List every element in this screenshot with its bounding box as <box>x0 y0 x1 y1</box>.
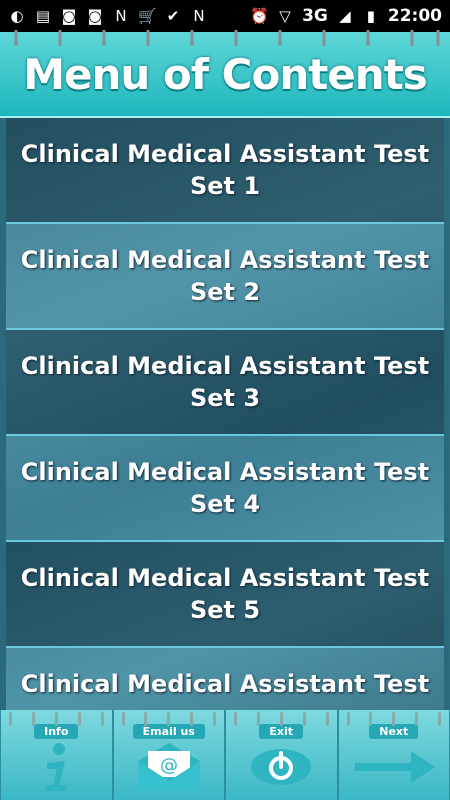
exit-button[interactable]: Exit <box>225 710 338 800</box>
menu-item-title: Clinical Medical Assistant Test <box>20 564 430 592</box>
menu-item-set-6[interactable]: Clinical Medical Assistant Test <box>6 648 444 710</box>
camera-icon: ◙ <box>61 7 77 25</box>
signal-icon: ◢ <box>339 7 351 25</box>
menu-item-set-1[interactable]: Clinical Medical Assistant Test Set 1 <box>6 118 444 224</box>
menu-item-title: Clinical Medical Assistant Test <box>20 246 430 274</box>
email-label: Email us <box>132 724 205 739</box>
network-type: 3G <box>302 6 328 26</box>
info-label: Info <box>34 724 79 739</box>
status-left-icons: ◐ ▤ ◙ ◙ N 🛒 ✔ N <box>8 7 208 25</box>
alarm-icon: ⏰ <box>250 7 269 25</box>
binder-rings-decoration <box>121 712 216 726</box>
info-button[interactable]: Info <box>0 710 113 800</box>
binder-rings-decoration <box>234 712 329 726</box>
menu-item-subtitle: Set 5 <box>189 596 261 624</box>
status-time: 22:00 <box>387 6 442 26</box>
power-icon <box>251 749 312 785</box>
arrow-right-icon <box>354 751 435 783</box>
bottom-toolbar: Info Email us @ Exit Next <box>0 710 450 800</box>
binder-rings-decoration <box>9 712 104 726</box>
info-icon <box>45 743 68 791</box>
n-icon: N <box>193 7 205 25</box>
menu-item-subtitle: Set 4 <box>189 490 261 518</box>
battery-icon: ▮ <box>366 7 375 25</box>
message-icon: ▤ <box>35 7 51 25</box>
menu-item-subtitle: Set 3 <box>189 384 261 412</box>
n-icon: N <box>115 7 127 25</box>
menu-item-set-5[interactable]: Clinical Medical Assistant Test Set 5 <box>6 542 444 648</box>
menu-item-title: Clinical Medical Assistant Test <box>20 670 430 698</box>
header: Menu of Contents <box>0 30 450 118</box>
camera-icon: ◙ <box>87 7 103 25</box>
binder-rings-decoration <box>346 712 441 726</box>
menu-item-set-4[interactable]: Clinical Medical Assistant Test Set 4 <box>6 436 444 542</box>
menu-item-set-2[interactable]: Clinical Medical Assistant Test Set 2 <box>6 224 444 330</box>
next-button[interactable]: Next <box>337 710 450 800</box>
exit-label: Exit <box>259 724 304 739</box>
check-icon: ✔ <box>166 7 180 25</box>
menu-list: Clinical Medical Assistant Test Set 1 Cl… <box>6 118 444 710</box>
menu-item-title: Clinical Medical Assistant Test <box>20 352 430 380</box>
moon-icon: ◐ <box>10 7 24 25</box>
status-right-icons: ⏰ ▽ 3G ◢ ▮ 22:00 <box>250 6 442 26</box>
wifi-icon: ▽ <box>279 7 291 25</box>
binder-rings-decoration <box>14 30 440 46</box>
email-icon: @ <box>137 743 200 791</box>
next-label: Next <box>369 724 419 739</box>
email-us-button[interactable]: Email us @ <box>112 710 225 800</box>
cart-icon: 🛒 <box>138 7 157 25</box>
menu-item-subtitle: Set 2 <box>189 278 261 306</box>
menu-item-title: Clinical Medical Assistant Test <box>20 458 430 486</box>
page-title: Menu of Contents <box>23 50 428 99</box>
menu-item-title: Clinical Medical Assistant Test <box>20 140 430 168</box>
menu-item-subtitle: Set 1 <box>189 172 261 200</box>
menu-item-set-3[interactable]: Clinical Medical Assistant Test Set 3 <box>6 330 444 436</box>
svg-text:@: @ <box>160 755 178 776</box>
